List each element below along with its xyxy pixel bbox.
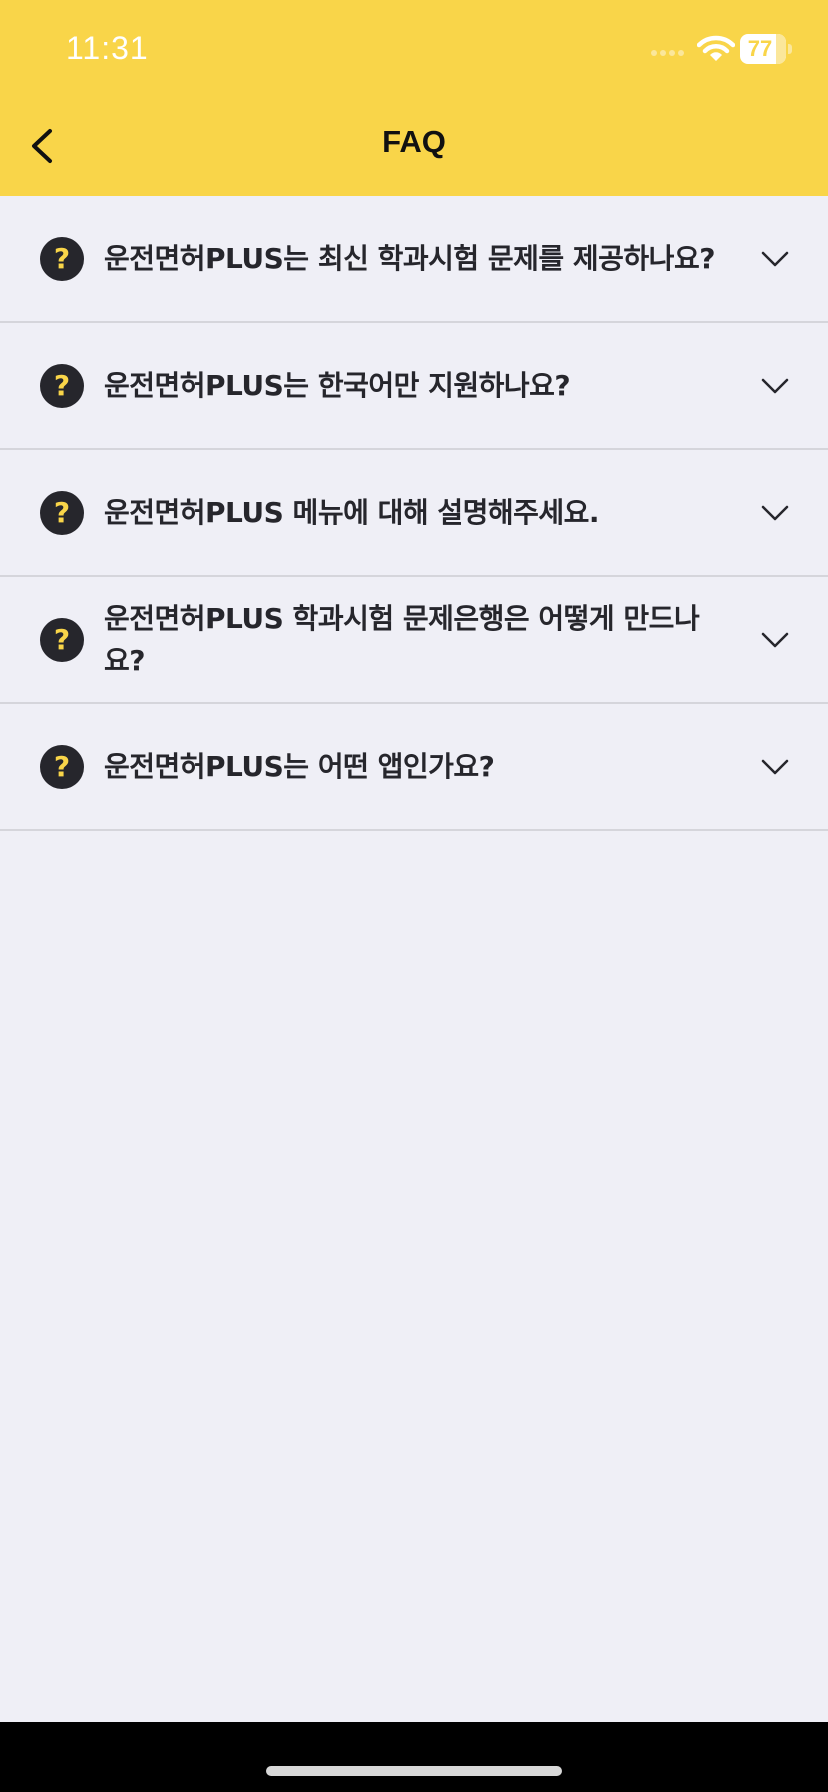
faq-item[interactable]: ? 운전면허PLUS는 어떤 앱인가요?	[0, 704, 828, 831]
chevron-down-icon[interactable]	[760, 373, 790, 399]
wifi-icon	[697, 35, 735, 61]
question-mark-icon: ?	[40, 237, 84, 281]
faq-item[interactable]: ? 운전면허PLUS는 최신 학과시험 문제를 제공하나요?	[0, 196, 828, 323]
cellular-signal-icon	[651, 50, 684, 56]
faq-question: 운전면허PLUS 학과시험 문제은행은 어떻게 만드나요?	[104, 601, 700, 677]
home-indicator[interactable]	[266, 1766, 562, 1776]
faq-item[interactable]: ? 운전면허PLUS 학과시험 문제은행은 어떻게 만드나요?	[0, 577, 828, 704]
question-mark-icon: ?	[40, 618, 84, 662]
question-mark-icon: ?	[40, 364, 84, 408]
chevron-down-icon[interactable]	[760, 627, 790, 653]
question-mark-icon: ?	[40, 491, 84, 535]
faq-list: ? 운전면허PLUS는 최신 학과시험 문제를 제공하나요? ? 운전면허PLU…	[0, 196, 828, 831]
faq-question: 운전면허PLUS는 어떤 앱인가요?	[104, 749, 495, 783]
chevron-down-icon[interactable]	[760, 246, 790, 272]
bottom-bar	[0, 1722, 828, 1792]
faq-question: 운전면허PLUS는 한국어만 지원하나요?	[104, 368, 571, 402]
chevron-down-icon[interactable]	[760, 754, 790, 780]
question-mark-icon: ?	[40, 745, 84, 789]
battery-cap	[788, 44, 792, 54]
faq-screen: 11:31 77 FAQ ? 운전면허PLUS는 최신 학과시험 문제를 제공하…	[0, 0, 828, 1792]
faq-question: 운전면허PLUS 메뉴에 대해 설명해주세요.	[104, 495, 600, 529]
chevron-down-icon[interactable]	[760, 500, 790, 526]
faq-item[interactable]: ? 운전면허PLUS는 한국어만 지원하나요?	[0, 323, 828, 450]
battery-body: 77	[740, 34, 786, 64]
faq-question: 운전면허PLUS는 최신 학과시험 문제를 제공하나요?	[104, 241, 715, 275]
faq-item[interactable]: ? 운전면허PLUS 메뉴에 대해 설명해주세요.	[0, 450, 828, 577]
battery-icon: 77	[740, 34, 794, 64]
page-title: FAQ	[382, 124, 446, 159]
status-time: 11:31	[66, 30, 149, 66]
header: 11:31 77 FAQ	[0, 0, 828, 196]
battery-level: 77	[747, 36, 773, 61]
